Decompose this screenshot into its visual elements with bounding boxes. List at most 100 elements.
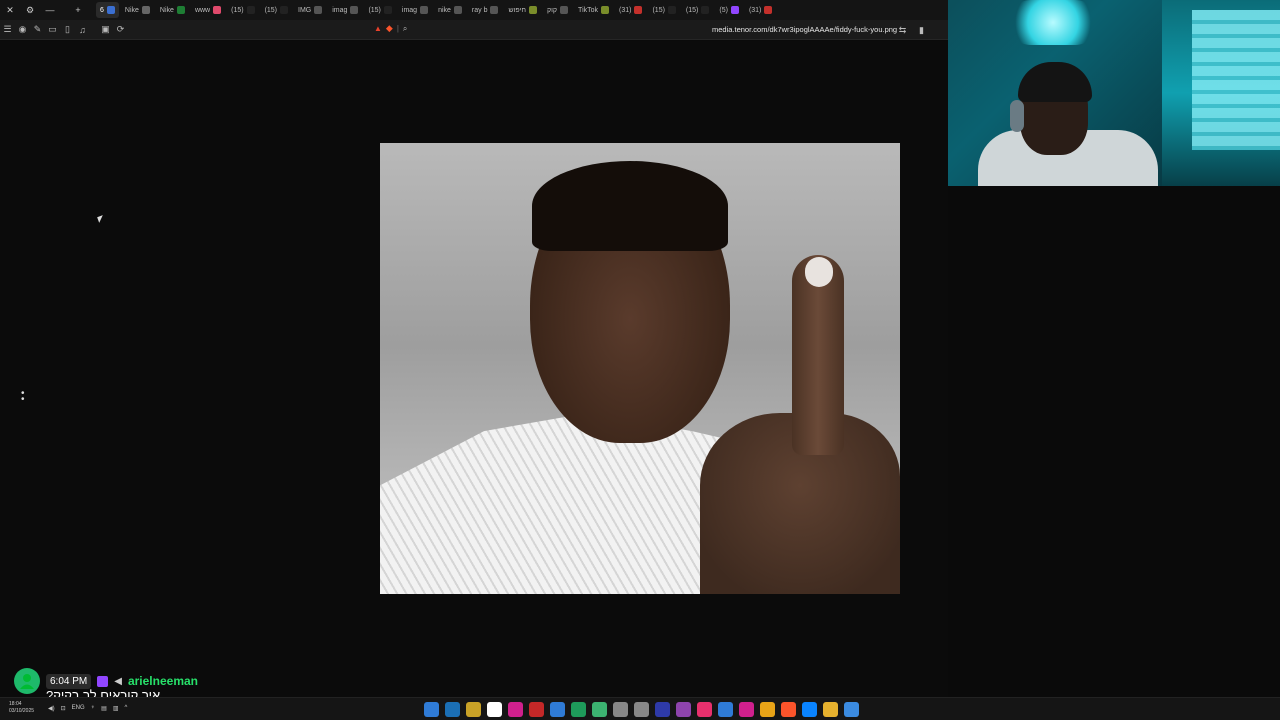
brave-shield-icon[interactable]: ◆ (386, 23, 393, 34)
browser-tab[interactable]: (15) (364, 2, 395, 18)
tab-label: (15) (685, 6, 699, 14)
window-blinds (1192, 10, 1280, 150)
taskbar-app-icon[interactable] (613, 702, 628, 717)
browser-tab[interactable]: (15) (261, 2, 292, 18)
settings-icon[interactable]: ⚙ (20, 0, 40, 20)
chevron-up-icon[interactable]: ^ (125, 705, 128, 712)
twitch-icon (97, 675, 109, 687)
address-bar-url[interactable]: media.tenor.com/dk7wr3ipoglAAAAe/fiddy-f… (712, 25, 897, 34)
taskbar-app-icon[interactable] (634, 702, 649, 717)
browser-tab[interactable]: 6 (96, 2, 119, 18)
more-options-icon[interactable]: • • (21, 389, 25, 405)
browser-tab[interactable]: (31) (615, 2, 646, 18)
minimize-icon[interactable]: — (40, 0, 60, 20)
browser-tab[interactable]: (5) (715, 2, 743, 18)
tab-label: TikTok (578, 6, 599, 14)
tab-favicon-icon (634, 6, 643, 14)
browser-tab[interactable]: imag (398, 2, 432, 18)
brave-rewards-icon[interactable]: ▲ (374, 24, 382, 33)
new-tab-button[interactable]: + (60, 0, 96, 20)
taskbar-app-icon[interactable] (823, 702, 838, 717)
bookmark-icon[interactable]: ▮ (914, 22, 929, 38)
taskbar-app-icon[interactable] (529, 702, 544, 717)
taskbar-app-icon[interactable] (697, 702, 712, 717)
tabs-icon[interactable]: ▭ (45, 22, 60, 38)
taskbar-app-icon[interactable] (655, 702, 670, 717)
browser-tab[interactable]: ray b (468, 2, 503, 18)
displayed-image[interactable] (380, 143, 900, 594)
user-avatar (14, 668, 40, 694)
network-icon[interactable]: ⊡ (61, 705, 66, 712)
image-hair (532, 161, 728, 251)
tab-favicon-icon (213, 6, 222, 14)
tab-favicon-icon (176, 6, 185, 14)
mic-icon[interactable]: ♆ (91, 705, 96, 712)
tab-label: (5) (719, 6, 728, 14)
taskbar-app-icon[interactable] (571, 702, 586, 717)
tab-favicon-icon (246, 6, 255, 14)
menu-icon[interactable]: ☰ (0, 22, 15, 38)
taskbar-app-icon[interactable] (424, 702, 439, 717)
close-icon[interactable]: ✕ (0, 0, 20, 20)
taskbar-app-icon[interactable] (445, 702, 460, 717)
browser-tab[interactable]: Nike (156, 2, 189, 18)
volume-icon[interactable]: ◀) (48, 705, 55, 712)
browser-tab[interactable]: nike (434, 2, 466, 18)
speaker-icon: ◀ (114, 675, 122, 687)
sidebar-icon[interactable]: ▯ (60, 22, 75, 38)
browser-toolbar: ☰ ◉ ✎ ▭ ▯ ♫ ▣ ⟳ ▲ ◆ | ⌕ media.tenor.com/… (0, 20, 948, 40)
translate-icon[interactable]: ⇆ (895, 22, 910, 38)
taskbar-app-icon[interactable] (718, 702, 733, 717)
browser-tab[interactable]: (15) (227, 2, 258, 18)
browser-tab[interactable]: Nike (121, 2, 154, 18)
browser-tab[interactable]: TikTok (574, 2, 613, 18)
taskbar-app-icon[interactable] (592, 702, 607, 717)
streamer-cap (1018, 62, 1092, 102)
pin-icon[interactable]: ✎ (30, 22, 45, 38)
language-indicator[interactable]: ENG (72, 705, 85, 712)
tab-label: imag (401, 6, 418, 14)
tab-favicon-icon (453, 6, 462, 14)
taskbar-app-icon[interactable] (781, 702, 796, 717)
tab-label: (15) (264, 6, 278, 14)
tab-label: (15) (368, 6, 381, 14)
taskbar-app-icon[interactable] (739, 702, 754, 717)
taskbar-app-icon[interactable] (487, 702, 502, 717)
window-icon[interactable]: ▣ (98, 22, 113, 38)
browser-tab[interactable]: חיפוש (504, 2, 540, 18)
tray-app-icon[interactable]: ▤ (101, 705, 107, 712)
taskbar-app-icon[interactable] (802, 702, 817, 717)
browser-tab[interactable]: קוק (543, 2, 572, 18)
image-fingernail (805, 257, 833, 287)
tab-label: קוק (546, 6, 558, 14)
taskbar-app-icon[interactable] (844, 702, 859, 717)
browser-tab[interactable]: (15) (682, 2, 713, 18)
browser-tab[interactable]: (15) (648, 2, 679, 18)
tab-label: (15) (652, 6, 665, 14)
taskbar-app-icon[interactable] (508, 702, 523, 717)
taskbar-app-icon[interactable] (760, 702, 775, 717)
screen: ✕ ⚙ — + 6 Nike Nike www (15) (15) IMG imag (15) i… (0, 0, 1280, 720)
tab-label: 6 (100, 6, 104, 14)
taskbar: 18:04 03/10/2025 ◀) ⊡ ENG ♆ ▤ ▥ ^ (0, 697, 1280, 720)
browser-tab[interactable]: IMG (294, 2, 326, 18)
taskbar-clock[interactable]: 18:04 03/10/2025 (9, 701, 34, 715)
tab-label: www (194, 6, 211, 14)
sync-icon[interactable]: ⟳ (113, 22, 128, 38)
tray-app-icon-2[interactable]: ▥ (113, 705, 119, 712)
taskbar-apps (424, 702, 859, 717)
taskbar-app-icon[interactable] (550, 702, 565, 717)
tab-favicon-icon (420, 6, 429, 14)
search-icon[interactable]: ⌕ (403, 24, 407, 34)
location-icon[interactable]: ◉ (15, 22, 30, 38)
browser-tab[interactable]: (31) (745, 2, 776, 18)
divider: | (396, 24, 399, 33)
taskbar-app-icon[interactable] (466, 702, 481, 717)
tab-favicon-icon (280, 6, 289, 14)
browser-tab[interactable]: www (191, 2, 225, 18)
music-icon[interactable]: ♫ (75, 22, 90, 38)
system-tray: ◀) ⊡ ENG ♆ ▤ ▥ ^ (48, 705, 127, 712)
taskbar-app-icon[interactable] (676, 702, 691, 717)
tab-label: (31) (748, 6, 762, 14)
browser-tab[interactable]: imag (328, 2, 362, 18)
